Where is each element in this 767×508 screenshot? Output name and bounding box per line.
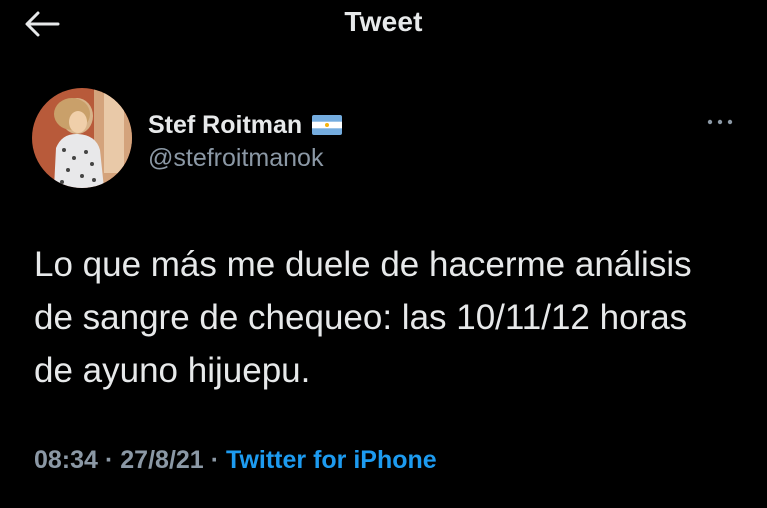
meta-separator: ·	[104, 446, 114, 474]
tweet-source-link[interactable]: Twitter for iPhone	[226, 446, 437, 474]
page-title: Tweet	[344, 6, 423, 37]
avatar[interactable]	[32, 88, 132, 188]
argentina-flag-icon	[312, 115, 343, 135]
tweet-date[interactable]: 27/8/21	[120, 446, 203, 474]
author-display-name: Stef Roitman	[148, 110, 303, 139]
more-button[interactable]	[702, 112, 738, 132]
author-name-row[interactable]: Stef Roitman	[148, 108, 343, 142]
tweet-text: Lo que más me duele de hacerme análisis …	[34, 245, 692, 390]
meta-separator: ·	[210, 446, 220, 474]
author-handle[interactable]: @stefroitmanok	[148, 144, 323, 173]
tweet-time[interactable]: 08:34	[34, 446, 98, 474]
avatar-image	[32, 88, 132, 188]
more-horizontal-icon	[707, 119, 733, 125]
top-bar: Tweet	[0, 0, 767, 52]
tweet-meta: 08:34 · 27/8/21 · Twitter for iPhone	[34, 446, 437, 475]
